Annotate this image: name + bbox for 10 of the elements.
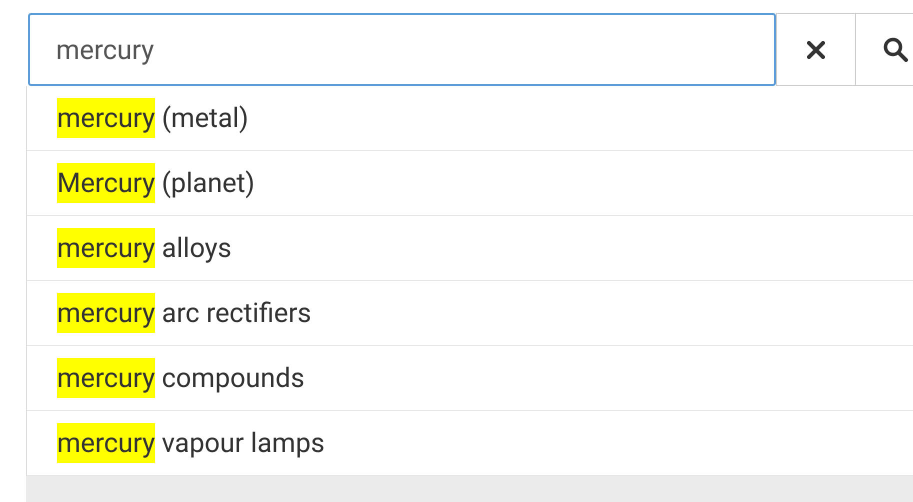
suggestion-item[interactable]: mercury arc rectifiers [27,281,913,346]
search-button[interactable] [856,13,913,86]
close-icon [807,40,825,58]
search-icon [882,36,908,62]
suggestion-item[interactable]: mercury compounds [27,346,913,411]
suggestion-item[interactable]: mercury alloys [27,216,913,281]
suggestion-item[interactable]: mercury (metal) [27,86,913,151]
suggestion-item[interactable]: Mercury (planet) [27,151,913,216]
clear-button[interactable] [776,13,856,86]
search-field[interactable]: mercury [28,13,776,86]
